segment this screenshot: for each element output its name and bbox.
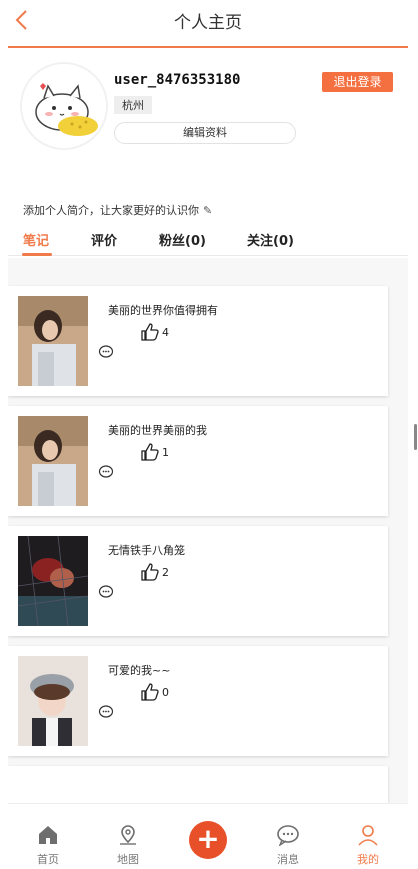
note-thumbnail [18,656,88,746]
bottom-nav: 首页 地图 + 消息 我的 [8,803,408,869]
notes-feed: 美丽的世界你值得拥有 4 美丽的世界美丽的我 1 无情铁手八角笼 2 可爱的我~… [8,258,408,803]
thumbs-up-icon [141,443,159,461]
note-card[interactable] [8,766,388,803]
avatar[interactable] [22,64,106,148]
user-icon [358,825,378,846]
tab-reviews[interactable]: 评价 [91,230,117,249]
nav-label: 消息 [277,853,299,866]
like-count: 4 [162,325,169,339]
page-title: 个人主页 [174,13,242,33]
comment-icon[interactable] [98,344,114,363]
comment-icon[interactable] [98,584,114,603]
thumbs-up-icon [141,683,159,701]
like-button[interactable]: 0 [140,682,169,702]
city-tag: 杭州 [114,96,152,114]
note-card[interactable]: 美丽的世界你值得拥有 4 [8,286,388,396]
note-card[interactable]: 可爱的我~~ 0 [8,646,388,756]
thumbs-up-icon [141,323,159,341]
nav-label: 我的 [357,853,379,866]
nav-label: 首页 [37,853,59,866]
add-post-button[interactable]: + [189,821,227,859]
bio-text: 添加个人简介，让大家更好的认识你 [23,204,199,217]
thumbs-up-icon [141,563,159,581]
note-title: 可爱的我~~ [108,664,171,677]
chat-icon [277,825,299,847]
tab-fans[interactable]: 粉丝(0) [159,230,206,249]
nav-me[interactable]: 我的 [338,824,398,867]
like-button[interactable]: 1 [140,442,169,462]
like-count: 0 [162,685,169,699]
tab-notes[interactable]: 笔记 [23,230,49,249]
like-button[interactable]: 4 [140,322,169,342]
profile-tabs: 笔记 评价 粉丝(0) 关注(0) [8,224,408,256]
note-card[interactable]: 美丽的世界美丽的我 1 [8,406,388,516]
top-bar: 个人主页 [8,0,408,48]
nav-label: 地图 [117,853,139,866]
like-button[interactable]: 2 [140,562,169,582]
active-tab-indicator [22,253,52,256]
pencil-icon[interactable]: ✎ [203,204,212,217]
edit-profile-button[interactable]: 编辑资料 [114,122,296,144]
note-title: 美丽的世界你值得拥有 [108,304,218,317]
note-thumbnail [18,536,88,626]
username: user_8476353180 [114,72,241,88]
note-card[interactable]: 无情铁手八角笼 2 [8,526,388,636]
like-count: 1 [162,445,169,459]
tab-following[interactable]: 关注(0) [247,230,294,249]
comment-icon[interactable] [98,464,114,483]
note-title: 美丽的世界美丽的我 [108,424,207,437]
nav-map[interactable]: 地图 [98,824,158,867]
note-thumbnail [18,296,88,386]
note-title: 无情铁手八角笼 [108,544,185,557]
nav-messages[interactable]: 消息 [258,824,318,867]
like-count: 2 [162,565,169,579]
bio-prompt[interactable]: 添加个人简介，让大家更好的认识你 ✎ [23,202,212,218]
note-thumbnail [18,416,88,506]
home-icon [39,826,57,844]
comment-icon[interactable] [98,704,114,723]
logout-button[interactable]: 退出登录 [322,72,393,92]
scrollbar[interactable] [414,424,417,450]
map-pin-icon [120,825,136,845]
cartoon-cat-avatar-icon [22,64,106,148]
nav-home[interactable]: 首页 [18,824,78,867]
